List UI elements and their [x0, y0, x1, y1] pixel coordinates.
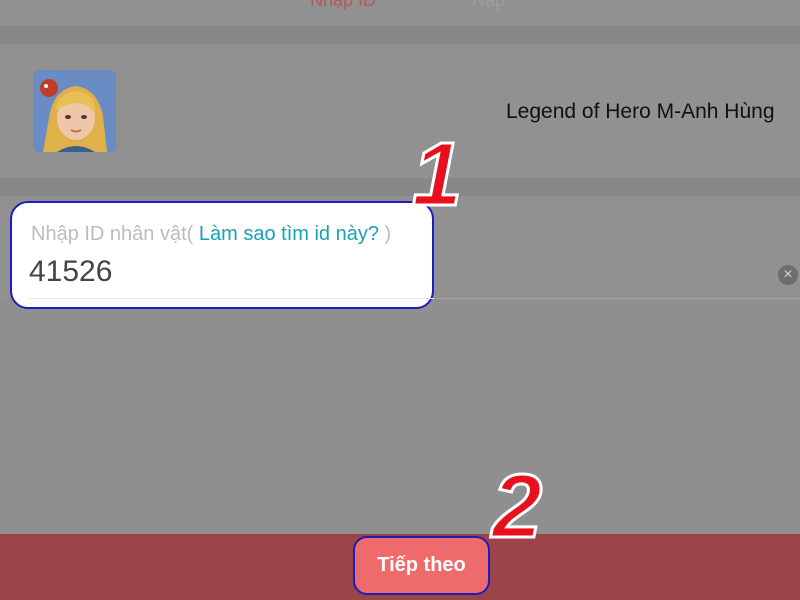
next-button[interactable]: Tiếp theo: [353, 536, 490, 595]
character-id-input[interactable]: [29, 253, 409, 291]
game-info-row: Legend of Hero M-Anh Hùng: [0, 44, 800, 178]
tab-bar: Nhập ID Nạp: [0, 0, 800, 26]
section-divider: [0, 26, 800, 44]
callout-underline: [29, 298, 434, 299]
clear-icon[interactable]: ×: [778, 265, 798, 285]
id-field-callout: Nhập ID nhân vật( Làm sao tìm id này? ): [10, 201, 434, 309]
step-2-marker: 2: [490, 457, 543, 557]
step-1-marker: 1: [410, 125, 463, 225]
section-divider: [0, 178, 800, 196]
tab-enter-id[interactable]: Nhập ID: [310, 0, 376, 11]
id-field-label: Nhập ID nhân vật( Làm sao tìm id này? ): [31, 223, 391, 246]
tab-topup[interactable]: Nạp: [472, 0, 505, 11]
hero-portrait-icon: [33, 70, 116, 152]
game-title: Legend of Hero M-Anh Hùng: [506, 100, 775, 123]
id-label-text: Nhập ID nhân vật(: [31, 223, 194, 245]
help-link[interactable]: Làm sao tìm id này?: [199, 223, 379, 245]
id-label-close: ): [384, 223, 392, 245]
